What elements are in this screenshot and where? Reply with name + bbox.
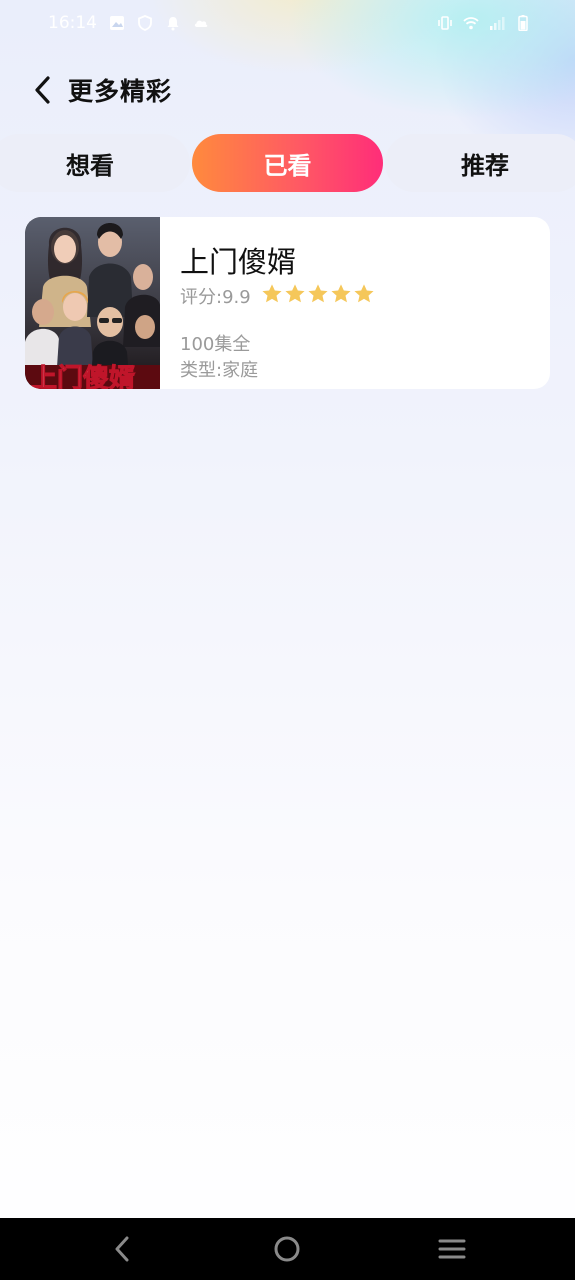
episode-count: 100集全 [180, 334, 251, 355]
page-title: 更多精彩 [68, 77, 173, 106]
system-nav-bar [0, 1218, 575, 1280]
star-icon [262, 284, 282, 303]
menu-lines-icon [438, 1239, 466, 1259]
back-button[interactable] [18, 62, 68, 118]
tab-watched[interactable]: 已看 [192, 134, 383, 192]
rating-score: 评分:9.9 [180, 287, 251, 308]
drama-card[interactable]: 上门傻婿 上门傻婿 评分:9.9 100集全 类型:家庭 [25, 217, 550, 389]
cloud-icon [194, 20, 208, 27]
star-icon [354, 284, 374, 303]
status-right [437, 15, 531, 31]
drama-title: 上门傻婿 [180, 245, 297, 279]
rating-stars [261, 283, 376, 309]
nav-menu-button[interactable] [412, 1218, 492, 1280]
back-triangle-icon [115, 1236, 129, 1262]
image-icon [110, 16, 124, 30]
status-time: 16:14 [48, 13, 97, 33]
rating-row: 评分:9.9 [180, 283, 376, 309]
genre-label: 类型:家庭 [180, 360, 259, 381]
tab-recommended[interactable]: 推荐 [385, 134, 575, 192]
shield-icon [138, 15, 152, 31]
star-icon [308, 284, 328, 303]
tab-bar: 想看 已看 推荐 [0, 134, 575, 192]
vibrate-icon [438, 16, 452, 30]
poster-image: 上门傻婿 [25, 217, 160, 389]
star-icon [331, 284, 351, 303]
chevron-left-icon [35, 76, 50, 104]
signal-icon [490, 17, 505, 30]
battery-icon [518, 15, 528, 31]
nav-home-button[interactable] [247, 1218, 327, 1280]
star-icon [285, 284, 305, 303]
drama-poster[interactable]: 上门傻婿 [25, 217, 160, 389]
status-bar: 16:14 [0, 0, 575, 46]
wifi-icon [463, 17, 479, 30]
header: 更多精彩 [0, 62, 575, 118]
nav-back-button[interactable] [82, 1218, 162, 1280]
poster-title-text: 上门傻婿 [31, 364, 135, 389]
status-left: 16:14 [48, 13, 209, 33]
tab-want-to-watch[interactable]: 想看 [0, 134, 190, 192]
home-circle-icon [274, 1236, 300, 1262]
bell-icon [167, 17, 179, 31]
